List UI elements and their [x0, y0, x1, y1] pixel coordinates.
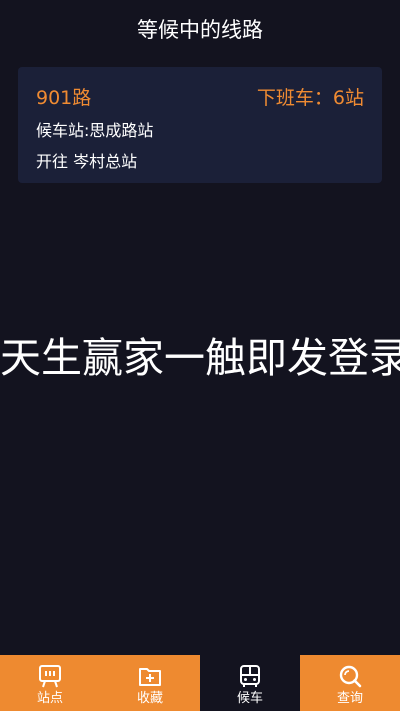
tab-search[interactable]: 查询 [300, 655, 400, 711]
bus-icon [237, 663, 263, 689]
direction: 开往 岑村总站 [36, 152, 138, 171]
overlay-banner: 天生赢家一触即发登录 [0, 334, 400, 382]
route-card[interactable]: 901路 下班车：6站 候车站:思成路站 开往 岑村总站 [18, 67, 382, 183]
tab-label: 查询 [336, 691, 363, 706]
next-bus-info: 下班车：6站 [256, 87, 364, 109]
search-icon [337, 663, 363, 689]
tab-waiting[interactable]: 候车 [200, 655, 300, 711]
route-name: 901路 [36, 87, 92, 109]
tab-stations[interactable]: 站点 [0, 655, 100, 711]
wait-station: 候车站:思成路站 [36, 121, 154, 140]
screen: 等候中的线路 901路 下班车：6站 候车站:思成路站 开往 岑村总站 天生赢家… [0, 0, 400, 711]
tab-label: 收藏 [136, 691, 163, 706]
station-sign-icon [37, 663, 63, 689]
tab-bar: 站点 收藏 候车 查询 [0, 655, 400, 711]
tab-label: 站点 [36, 691, 63, 706]
tab-favorites[interactable]: 收藏 [100, 655, 200, 711]
page-title: 等候中的线路 [137, 18, 263, 42]
tab-label: 候车 [236, 691, 263, 706]
folder-plus-icon [137, 663, 163, 689]
